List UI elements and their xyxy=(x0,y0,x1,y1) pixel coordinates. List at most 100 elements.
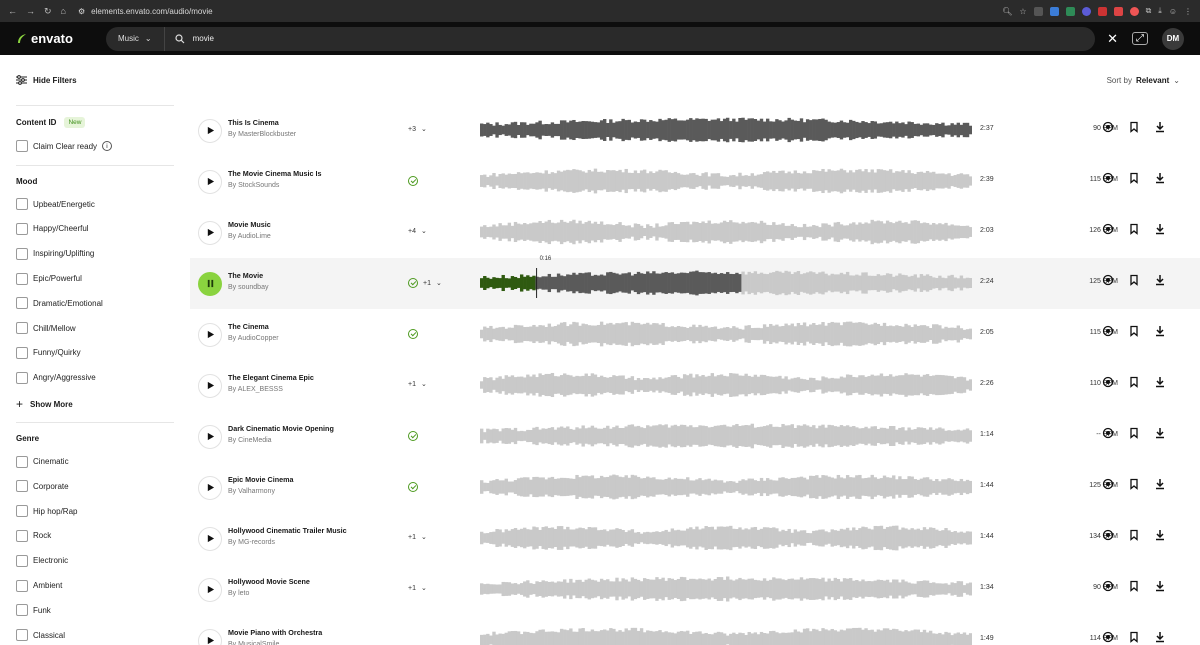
site-settings-icon[interactable]: ⚙ xyxy=(78,7,85,16)
track-title[interactable]: The Movie Cinema Music Is xyxy=(228,169,408,179)
filter-option[interactable]: Funk xyxy=(16,598,174,623)
extensions-puzzle-icon[interactable]: ⧉ xyxy=(1146,6,1152,16)
play-button[interactable] xyxy=(198,526,222,551)
checkbox[interactable] xyxy=(16,346,28,359)
track-title[interactable]: Epic Movie Cinema xyxy=(228,475,408,485)
bookmark-icon[interactable] xyxy=(1128,172,1140,184)
more-versions[interactable]: +3 xyxy=(408,126,416,133)
track-author[interactable]: By ALEX_BESSS xyxy=(228,383,408,397)
similar-icon[interactable] xyxy=(1102,376,1114,388)
play-button[interactable] xyxy=(198,475,222,500)
filter-option[interactable]: Chill/Mellow xyxy=(16,316,174,341)
bookmark-icon[interactable] xyxy=(1128,376,1140,388)
checkbox[interactable] xyxy=(16,480,28,493)
filter-option[interactable]: Upbeat/Energetic xyxy=(16,192,174,217)
checkbox[interactable] xyxy=(16,222,28,235)
bookmark-icon[interactable] xyxy=(1128,631,1140,643)
track-author[interactable]: By MusicalSmile xyxy=(228,638,408,645)
filter-option[interactable]: Angry/Aggressive xyxy=(16,365,174,390)
track-title[interactable]: This Is Cinema xyxy=(228,118,408,128)
clear-search-icon[interactable]: ✕ xyxy=(1107,31,1118,47)
similar-icon[interactable] xyxy=(1102,274,1114,286)
forward-icon[interactable]: → xyxy=(26,6,35,17)
extension-icon[interactable] xyxy=(1113,6,1123,16)
waveform[interactable] xyxy=(480,472,972,502)
extension-icon[interactable] xyxy=(1049,6,1059,16)
filter-option[interactable]: Classical xyxy=(16,623,174,645)
back-icon[interactable]: ← xyxy=(8,6,17,17)
category-select[interactable]: Music ⌄ xyxy=(106,26,165,51)
track-title[interactable]: Dark Cinematic Movie Opening xyxy=(228,424,408,434)
track-author[interactable]: By MG-records xyxy=(228,536,408,550)
filter-option[interactable]: Epic/Powerful xyxy=(16,266,174,291)
track-title[interactable]: Movie Music xyxy=(228,220,408,230)
similar-icon[interactable] xyxy=(1102,325,1114,337)
checkbox[interactable] xyxy=(16,529,28,542)
filter-option[interactable]: Funny/Quirky xyxy=(16,341,174,366)
bookmark-star-icon[interactable]: ☆ xyxy=(1019,7,1026,16)
waveform[interactable] xyxy=(480,523,972,553)
track-author[interactable]: By Valharmony xyxy=(228,485,408,499)
play-button[interactable] xyxy=(198,322,222,347)
checkbox[interactable] xyxy=(16,554,28,567)
bookmark-icon[interactable] xyxy=(1128,478,1140,490)
track-row[interactable]: Epic Movie Cinema By Valharmony 1:44 125 BP… xyxy=(190,462,1200,513)
filter-option[interactable]: Rock xyxy=(16,524,174,549)
more-versions[interactable]: +1 xyxy=(408,585,416,592)
filter-option[interactable]: Inspiring/Uplifting xyxy=(16,241,174,266)
download-icon[interactable] xyxy=(1154,274,1166,286)
track-row[interactable]: Movie Piano with Orchestra By MusicalSmil… xyxy=(190,615,1200,645)
bookmark-icon[interactable] xyxy=(1128,325,1140,337)
download-icon[interactable] xyxy=(1154,529,1166,541)
bookmark-icon[interactable] xyxy=(1128,580,1140,592)
info-icon[interactable]: i xyxy=(102,141,113,152)
play-button[interactable] xyxy=(198,169,222,194)
play-button[interactable] xyxy=(198,220,222,245)
envato-logo[interactable]: envato xyxy=(16,31,96,46)
profile-icon[interactable]: ☺ xyxy=(1169,7,1177,16)
filter-option[interactable]: Happy/Cheerful xyxy=(16,217,174,242)
checkbox[interactable] xyxy=(16,140,28,153)
pause-button[interactable] xyxy=(198,271,222,296)
track-row[interactable]: This Is Cinema By MasterBlockbuster +3 ⌄ 2:3… xyxy=(190,105,1200,156)
bookmark-icon[interactable] xyxy=(1128,121,1140,133)
filter-option[interactable]: Dramatic/Emotional xyxy=(16,291,174,316)
bookmark-icon[interactable] xyxy=(1128,427,1140,439)
track-row[interactable]: Movie Music By AudioLime +4 ⌄ 2:03 126 BPM xyxy=(190,207,1200,258)
checkbox[interactable] xyxy=(16,604,28,617)
more-versions[interactable]: +1 xyxy=(408,381,416,388)
download-icon[interactable] xyxy=(1154,223,1166,235)
filter-option[interactable]: Corporate xyxy=(16,474,174,499)
track-title[interactable]: The Movie xyxy=(228,271,408,281)
more-versions[interactable]: +1 xyxy=(423,280,431,287)
track-row[interactable]: Dark Cinematic Movie Opening By CineMedia… xyxy=(190,411,1200,462)
checkbox[interactable] xyxy=(16,371,28,384)
checkbox[interactable] xyxy=(16,455,28,468)
download-icon[interactable] xyxy=(1154,172,1166,184)
track-author[interactable]: By soundbay xyxy=(228,281,408,295)
download-icon[interactable]: ⤓ xyxy=(1158,6,1162,16)
more-versions[interactable]: +4 xyxy=(408,228,416,235)
filter-option[interactable]: Ambient xyxy=(16,573,174,598)
similar-icon[interactable] xyxy=(1102,223,1114,235)
extension-icon[interactable] xyxy=(1065,6,1075,16)
similar-icon[interactable] xyxy=(1102,427,1114,439)
track-title[interactable]: Hollywood Cinematic Trailer Music xyxy=(228,526,408,536)
waveform[interactable] xyxy=(480,574,972,604)
checkbox[interactable] xyxy=(16,297,28,310)
waveform[interactable] xyxy=(480,421,972,451)
extension-icon[interactable] xyxy=(1129,6,1139,16)
track-row[interactable]: Hollywood Movie Scene By leto +1 ⌄ 1:34 90 BP… xyxy=(190,564,1200,615)
filter-option[interactable]: Hip hop/Rap xyxy=(16,499,174,524)
download-icon[interactable] xyxy=(1154,376,1166,388)
track-author[interactable]: By MasterBlockbuster xyxy=(228,128,408,142)
reload-icon[interactable]: ↻ xyxy=(44,6,52,17)
similar-icon[interactable] xyxy=(1102,121,1114,133)
bookmark-icon[interactable] xyxy=(1128,529,1140,541)
similar-icon[interactable] xyxy=(1102,580,1114,592)
home-icon[interactable]: ⌂ xyxy=(61,6,66,17)
track-title[interactable]: The Cinema xyxy=(228,322,408,332)
address-bar[interactable]: ⚙ elements.envato.com/audio/movie xyxy=(78,7,1002,16)
checkbox[interactable] xyxy=(16,505,28,518)
filter-option[interactable]: Electronic xyxy=(16,548,174,573)
